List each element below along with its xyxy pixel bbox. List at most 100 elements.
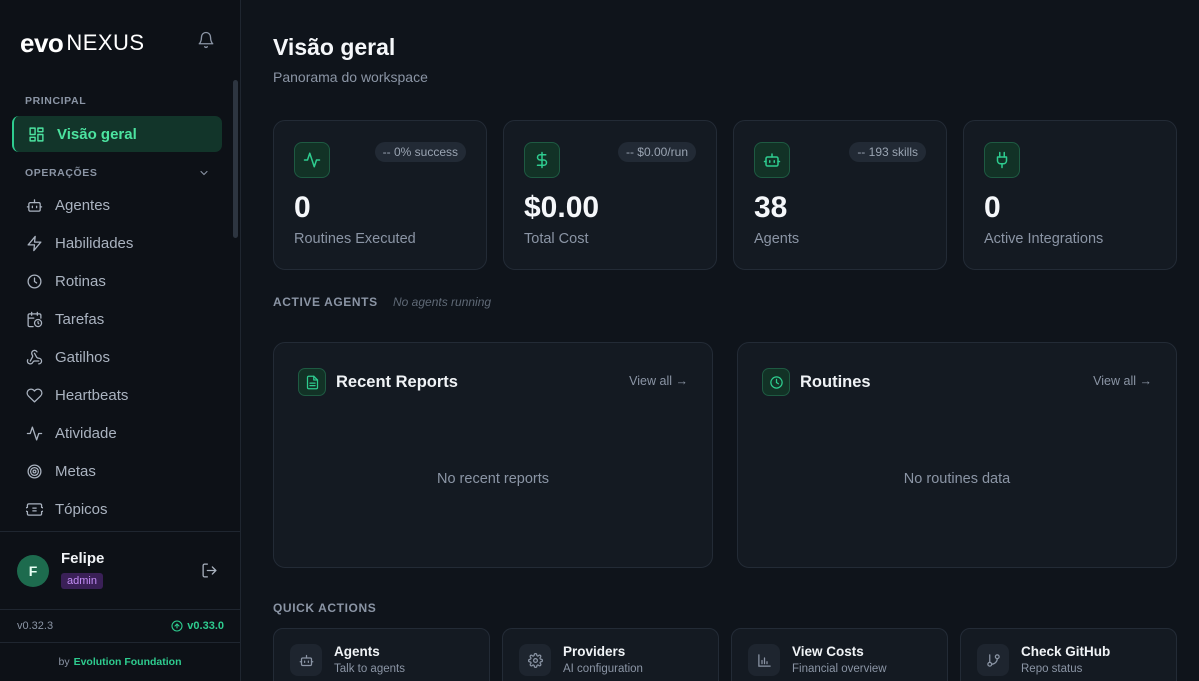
quick-actions-label: QUICK ACTIONS (273, 601, 377, 615)
gear-icon (519, 644, 551, 676)
version-row: v0.32.3 v0.33.0 (0, 609, 240, 641)
bot-icon (754, 142, 790, 178)
target-icon (26, 463, 43, 480)
active-agents-status: No agents running (393, 295, 492, 309)
stat-card-integrations[interactable]: 0 Active Integrations (963, 120, 1177, 270)
quick-action-subtitle: Talk to agents (334, 663, 405, 675)
sidebar-item-label: Heartbeats (55, 386, 129, 404)
sidebar-item-visao-geral[interactable]: Visão geral (12, 116, 222, 152)
sidebar-item-label: Atividade (55, 424, 117, 442)
stat-card-agents[interactable]: -- 193 skills 38 Agents (733, 120, 947, 270)
sidebar-item-habilidades[interactable]: Habilidades (26, 231, 133, 255)
sidebar-item-label: Rotinas (55, 272, 106, 290)
avatar[interactable]: F (17, 555, 49, 587)
stat-value: 0 (294, 191, 311, 224)
brand-nexus: NEXUS (66, 30, 145, 55)
sidebar-item-label: Tópicos (55, 500, 108, 518)
empty-state: No routines data (903, 471, 1011, 487)
new-version-label: v0.33.0 (187, 620, 224, 632)
dashboard-grid-icon (28, 126, 45, 143)
sidebar-item-label: Agentes (55, 196, 111, 214)
update-available[interactable]: v0.33.0 (171, 620, 224, 632)
bot-icon (290, 644, 322, 676)
bell-icon[interactable] (197, 31, 215, 49)
sidebar-item-heartbeats[interactable]: Heartbeats (26, 383, 128, 407)
byline-org[interactable]: Evolution Foundation (74, 656, 182, 668)
page-title: Visão geral (273, 34, 396, 60)
webhook-icon (26, 349, 43, 366)
ticket-icon (26, 501, 43, 518)
byline: by Evolution Foundation (0, 642, 240, 681)
bot-icon (26, 197, 43, 214)
quick-action-title: Check GitHub (1021, 644, 1111, 659)
activity-icon (294, 142, 330, 178)
brand-evo: evo (20, 27, 64, 58)
stat-badge: -- $0.00/run (617, 142, 696, 162)
sidebar-item-topicos[interactable]: Tópicos (26, 497, 108, 521)
calendar-clock-icon (26, 311, 43, 328)
sidebar-item-tarefas[interactable]: Tarefas (26, 307, 104, 331)
quick-action-subtitle: AI configuration (563, 663, 643, 675)
stat-label: Agents (754, 231, 800, 247)
dollar-icon (524, 142, 560, 178)
file-text-icon (298, 368, 326, 396)
quick-action-subtitle: Financial overview (792, 663, 887, 675)
quick-action-providers[interactable]: Providers AI configuration (502, 628, 719, 681)
routines-panel: Routines View all → No routines data (737, 342, 1177, 568)
panel-title: Recent Reports (336, 373, 458, 391)
recent-reports-panel: Recent Reports View all → No recent repo… (273, 342, 713, 568)
clock-icon (26, 273, 43, 290)
sidebar-item-metas[interactable]: Metas (26, 459, 96, 483)
byline-prefix: by (58, 656, 70, 668)
heart-icon (26, 387, 43, 404)
stat-label: Total Cost (524, 231, 589, 247)
user-panel: F Felipe admin (0, 531, 240, 609)
chevron-down-icon[interactable] (198, 166, 210, 178)
plug-icon (984, 142, 1020, 178)
empty-state: No recent reports (436, 471, 550, 487)
arrow-up-circle-icon (171, 620, 183, 632)
activity-icon (26, 425, 43, 442)
quick-action-view-costs[interactable]: View Costs Financial overview (731, 628, 948, 681)
sidebar-item-label: Gatilhos (55, 348, 111, 366)
sidebar-item-label: Habilidades (55, 234, 134, 252)
stat-label: Active Integrations (984, 231, 1104, 247)
view-all-link[interactable]: View all → (1093, 374, 1152, 388)
lightning-icon (26, 235, 43, 252)
brand-logo[interactable]: evo NEXUS (20, 28, 145, 58)
view-all-link[interactable]: View all → (629, 374, 688, 388)
sidebar-item-label: Visão geral (57, 125, 137, 143)
stat-card-routines[interactable]: -- 0% success 0 Routines Executed (273, 120, 487, 270)
stat-badge: -- 0% success (374, 142, 466, 162)
sidebar-item-rotinas[interactable]: Rotinas (26, 269, 106, 293)
current-version: v0.32.3 (17, 620, 54, 632)
sidebar: evo NEXUS PRINCIPAL Visão geral OPERAÇÕE… (0, 0, 241, 681)
quick-action-title: View Costs (792, 644, 864, 659)
quick-action-title: Agents (334, 644, 380, 659)
sidebar-scrollbar[interactable] (233, 80, 238, 238)
logout-icon[interactable] (201, 562, 218, 579)
stat-label: Routines Executed (294, 231, 416, 247)
sidebar-item-atividade[interactable]: Atividade (26, 421, 117, 445)
sidebar-item-agentes[interactable]: Agentes (26, 193, 110, 217)
quick-action-check-github[interactable]: Check GitHub Repo status (960, 628, 1177, 681)
sidebar-item-label: Tarefas (55, 310, 105, 328)
sidebar-item-gatilhos[interactable]: Gatilhos (26, 345, 110, 369)
section-label-operacoes: OPERAÇÕES (25, 167, 98, 179)
quick-action-agents[interactable]: Agents Talk to agents (273, 628, 490, 681)
stat-card-cost[interactable]: -- $0.00/run $0.00 Total Cost (503, 120, 717, 270)
sidebar-item-label: Metas (55, 462, 96, 480)
page-subtitle: Panorama do workspace (273, 69, 428, 85)
stat-value: $0.00 (524, 191, 600, 224)
panel-title: Routines (800, 373, 871, 391)
git-branch-icon (977, 644, 1009, 676)
quick-action-subtitle: Repo status (1021, 663, 1083, 675)
stat-value: 38 (754, 191, 788, 224)
stat-value: 0 (984, 191, 1001, 224)
section-label-principal: PRINCIPAL (25, 95, 87, 107)
clock-icon (762, 368, 790, 396)
quick-action-title: Providers (563, 644, 626, 659)
active-agents-label: ACTIVE AGENTS (273, 295, 378, 309)
user-name: Felipe (61, 550, 105, 567)
stat-badge: -- 193 skills (849, 142, 926, 162)
